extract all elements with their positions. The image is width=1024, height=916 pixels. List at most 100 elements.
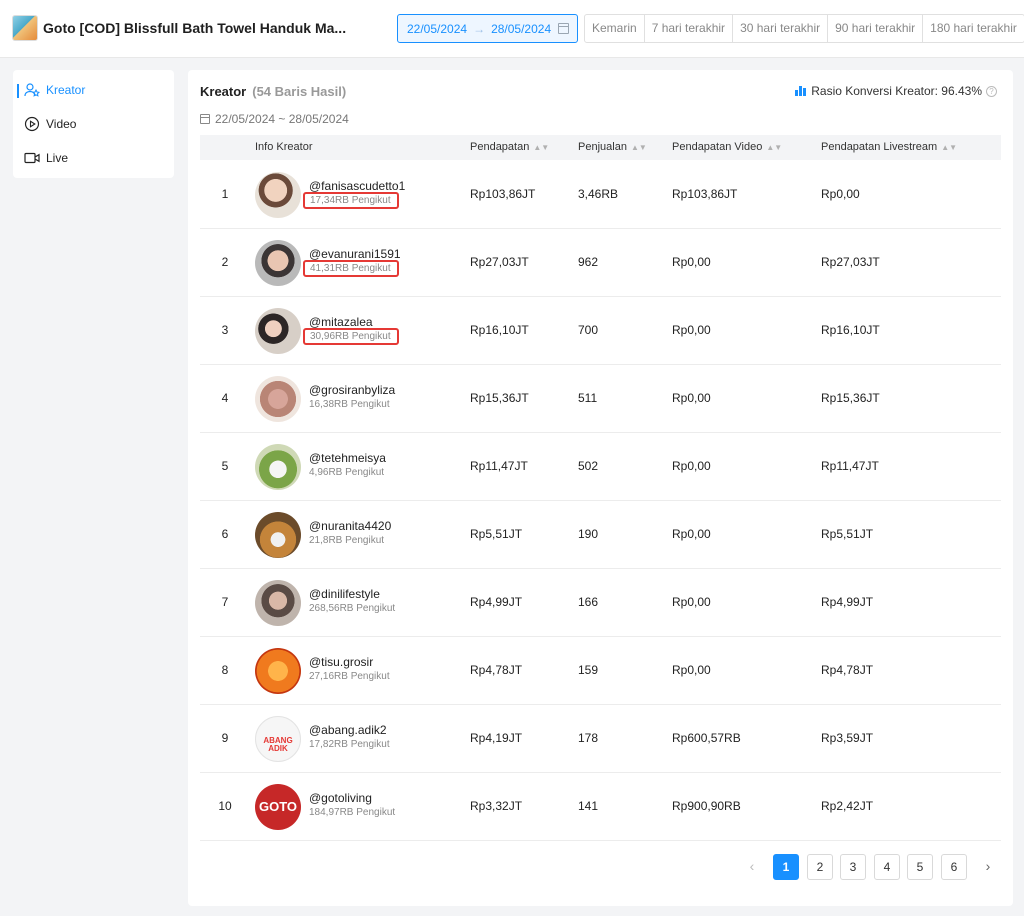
follower-count: 268,56RB Pengikut: [309, 603, 396, 614]
sidebar-item-kreator[interactable]: Kreator: [13, 75, 174, 105]
creator-handle[interactable]: @gotoliving: [309, 791, 372, 805]
page-button-5[interactable]: 5: [907, 854, 933, 880]
video-revenue-value: Rp0,00: [672, 391, 711, 405]
panel-title: Kreator (54 Baris Hasil): [200, 84, 346, 99]
page-button-1[interactable]: 1: [773, 854, 799, 880]
follower-count: 16,38RB Pengikut: [309, 399, 390, 410]
creator-handle[interactable]: @mitazalea: [309, 315, 373, 329]
avatar[interactable]: GOTO: [255, 784, 301, 830]
avatar[interactable]: [255, 648, 301, 694]
video-revenue-value: Rp900,90RB: [672, 799, 741, 813]
page-button-6[interactable]: 6: [941, 854, 967, 880]
quick-range-180-days[interactable]: 180 hari terakhir: [923, 15, 1024, 42]
col-header-video-revenue[interactable]: Pendapatan Video ▲▼: [672, 141, 782, 153]
creator-handle[interactable]: @tetehmeisya: [309, 451, 386, 465]
quick-range-yesterday[interactable]: Kemarin: [585, 15, 645, 42]
live-revenue-value: Rp16,10JT: [821, 323, 880, 337]
creator-handle[interactable]: @evanurani1591: [309, 247, 401, 261]
col-header-live-revenue[interactable]: Pendapatan Livestream ▲▼: [821, 141, 957, 153]
date-range-picker[interactable]: 22/05/2024 → 28/05/2024: [397, 14, 578, 43]
revenue-value: Rp103,86JT: [470, 187, 536, 201]
quick-range-7-days[interactable]: 7 hari terakhir: [645, 15, 734, 42]
page-button-2[interactable]: 2: [807, 854, 833, 880]
table-row[interactable]: 10 GOTO @gotoliving 184,97RB Pengikut Rp3,32…: [200, 773, 1001, 841]
sidebar-item-label: Kreator: [46, 83, 86, 97]
prev-page-button[interactable]: ‹: [739, 854, 765, 880]
table-header: Info Kreator Pendapatan ▲▼ Penjualan ▲▼ Pe…: [200, 135, 1001, 160]
rank-number: 7: [221, 595, 229, 609]
page-button-4[interactable]: 4: [874, 854, 900, 880]
sales-value: 159: [578, 663, 599, 677]
live-revenue-value: Rp27,03JT: [821, 255, 880, 269]
sort-icon: ▲▼: [630, 143, 647, 152]
col-header-sales[interactable]: Penjualan ▲▼: [578, 141, 647, 153]
follower-count: 184,97RB Pengikut: [309, 807, 396, 818]
revenue-value: Rp4,78JT: [470, 663, 523, 677]
users-icon: [24, 82, 40, 98]
sidebar-item-video[interactable]: Video: [13, 109, 174, 139]
table-row[interactable]: 4 @grosiranbyliza 16,38RB Pengikut Rp15,36J…: [200, 365, 1001, 433]
creator-handle[interactable]: @fanisascudetto1: [309, 179, 405, 193]
table-row[interactable]: 9 ABANG ADIK @abang.adik2 17,82RB Pengikut Rp…: [200, 705, 1001, 773]
table-row[interactable]: 8 @tisu.grosir 27,16RB Pengikut Rp4,78JT 159…: [200, 637, 1001, 705]
creator-handle[interactable]: @tisu.grosir: [309, 655, 373, 669]
next-page-button[interactable]: ›: [975, 854, 1001, 880]
conversion-ratio-text: Rasio Konversi Kreator: 96.43%: [811, 84, 982, 98]
sales-value: 502: [578, 459, 599, 473]
avatar[interactable]: [255, 240, 301, 286]
avatar[interactable]: [255, 376, 301, 422]
live-revenue-value: Rp5,51JT: [821, 527, 874, 541]
sort-icon: ▲▼: [766, 143, 783, 152]
col-header-revenue[interactable]: Pendapatan ▲▼: [470, 141, 549, 153]
calendar-icon: [558, 23, 569, 34]
video-revenue-value: Rp0,00: [672, 255, 711, 269]
page-button-3[interactable]: 3: [840, 854, 866, 880]
table-row[interactable]: 6 @nuranita4420 21,8RB Pengikut Rp5,51JT 190…: [200, 501, 1001, 569]
creator-handle[interactable]: @grosiranbyliza: [309, 383, 395, 397]
sort-icon: ▲▼: [533, 143, 550, 152]
revenue-value: Rp16,10JT: [470, 323, 529, 337]
sort-icon: ▲▼: [941, 143, 958, 152]
follower-count: 4,96RB Pengikut: [309, 467, 385, 478]
creator-handle[interactable]: @nuranita4420: [309, 519, 391, 533]
play-circle-icon: [24, 116, 40, 132]
avatar[interactable]: ABANG ADIK: [255, 716, 301, 762]
sidebar-item-label: Live: [46, 151, 69, 165]
live-revenue-value: Rp15,36JT: [821, 391, 880, 405]
creator-panel: Kreator (54 Baris Hasil) Rasio Konversi K…: [188, 70, 1013, 906]
follower-count: 27,16RB Pengikut: [309, 671, 390, 682]
rank-number: 9: [221, 731, 229, 745]
table-row[interactable]: 3 @mitazalea 30,96RB Pengikut Rp16,10JT 700 R…: [200, 297, 1001, 365]
video-revenue-value: Rp0,00: [672, 459, 711, 473]
table-row[interactable]: 2 @evanurani1591 41,31RB Pengikut Rp27,03JT…: [200, 229, 1001, 297]
avatar[interactable]: [255, 444, 301, 490]
table-row[interactable]: 5 @tetehmeisya 4,96RB Pengikut Rp11,47JT 502…: [200, 433, 1001, 501]
creator-handle[interactable]: @dinilifestyle: [309, 587, 380, 601]
help-icon[interactable]: ?: [986, 85, 997, 97]
live-revenue-value: Rp11,47JT: [821, 459, 879, 473]
table-row[interactable]: 7 @dinilifestyle 268,56RB Pengikut Rp4,99JT…: [200, 569, 1001, 637]
video-revenue-value: Rp103,86JT: [672, 187, 738, 201]
col-header-creator-info: Info Kreator: [255, 141, 313, 153]
rank-number: 4: [221, 391, 229, 405]
avatar[interactable]: [255, 308, 301, 354]
rank-number: 1: [221, 187, 229, 201]
avatar[interactable]: [255, 172, 301, 218]
bar-chart-icon: [795, 86, 807, 96]
avatar[interactable]: [255, 580, 301, 626]
revenue-value: Rp4,99JT: [470, 595, 523, 609]
sales-value: 178: [578, 731, 599, 745]
quick-range-90-days[interactable]: 90 hari terakhir: [828, 15, 924, 42]
goto-logo: GOTO: [258, 799, 298, 814]
sidebar-item-live[interactable]: Live: [13, 143, 174, 173]
quick-range-30-days[interactable]: 30 hari terakhir: [733, 15, 829, 42]
panel-date-text: 22/05/2024 ~ 28/05/2024: [215, 112, 349, 126]
rank-number: 2: [221, 255, 229, 269]
sales-value: 141: [578, 799, 599, 813]
follower-count: 30,96RB Pengikut: [303, 328, 399, 345]
avatar[interactable]: [255, 512, 301, 558]
live-revenue-value: Rp3,59JT: [821, 731, 874, 745]
creator-handle[interactable]: @abang.adik2: [309, 723, 387, 737]
table-row[interactable]: 1 @fanisascudetto1 17,34RB Pengikut Rp103,8…: [200, 161, 1001, 229]
revenue-value: Rp3,32JT: [470, 799, 523, 813]
